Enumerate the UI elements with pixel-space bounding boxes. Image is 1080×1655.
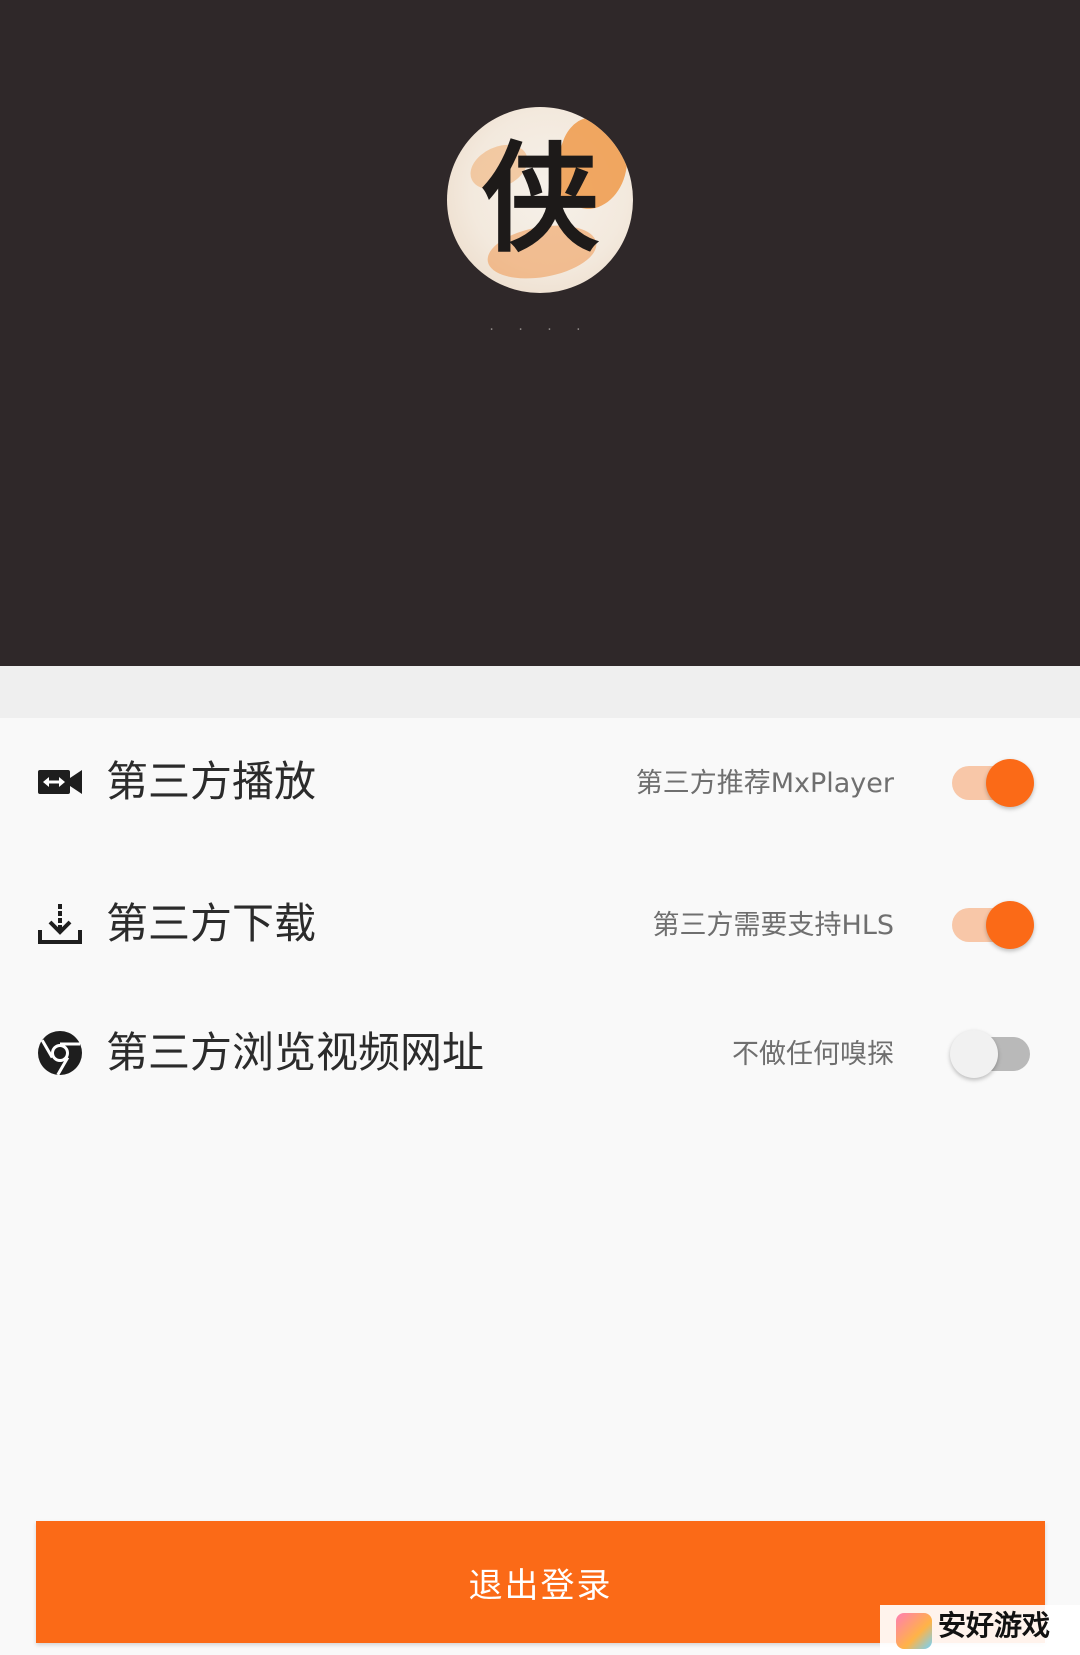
external-download-toggle[interactable] <box>952 901 1036 949</box>
setting-hint: 不做任何嗅探 <box>732 1039 894 1070</box>
external-player-icon <box>38 770 82 794</box>
setting-row-external-player[interactable]: 第三方播放 第三方推荐MxPlayer <box>0 732 1080 832</box>
profile-header: 侠 . . . . <box>0 0 1080 666</box>
watermark-text: 安好游戏 <box>938 1609 1051 1642</box>
avatar[interactable]: 侠 <box>447 107 633 293</box>
setting-hint: 第三方推荐MxPlayer <box>635 768 894 799</box>
setting-row-external-browser[interactable]: 第三方浏览视频网址 不做任何嗅探 <box>0 1003 1080 1103</box>
toggle-thumb <box>986 901 1034 949</box>
gamepad-icon <box>896 1613 932 1649</box>
browser-icon <box>38 1031 82 1076</box>
setting-label: 第三方播放 <box>106 757 317 806</box>
section-divider <box>0 666 1080 718</box>
toggle-thumb <box>986 759 1034 807</box>
external-player-toggle[interactable] <box>952 759 1036 807</box>
download-icon <box>38 904 82 944</box>
avatar-glyph: 侠 <box>480 129 599 268</box>
setting-row-external-download[interactable]: 第三方下载 第三方需要支持HLS <box>0 874 1080 974</box>
watermark: 安好游戏 <box>880 1605 1080 1655</box>
setting-hint: 第三方需要支持HLS <box>652 910 894 941</box>
username: . . . . <box>489 318 591 334</box>
setting-label: 第三方下载 <box>106 899 317 948</box>
setting-label: 第三方浏览视频网址 <box>106 1028 485 1077</box>
external-browser-toggle[interactable] <box>950 1030 1036 1078</box>
toggle-thumb <box>950 1030 998 1078</box>
